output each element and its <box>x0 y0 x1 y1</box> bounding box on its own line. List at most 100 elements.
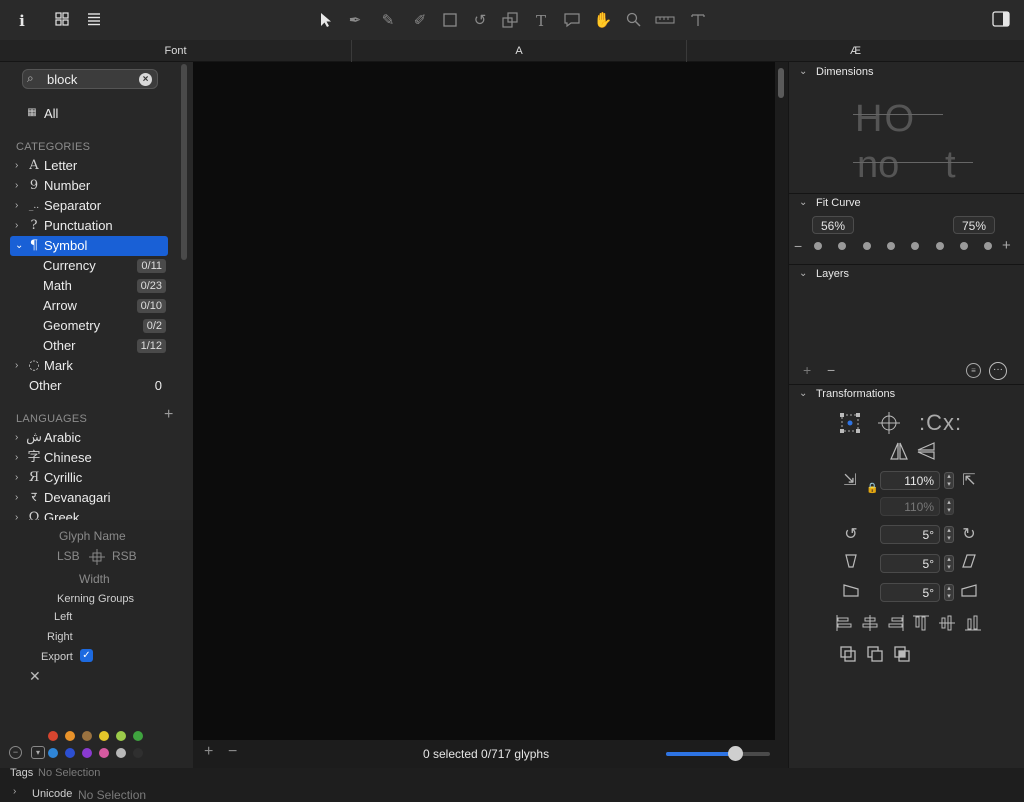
sidebar-item-chinese[interactable]: › 字 Chinese <box>0 448 170 468</box>
zoom-slider[interactable] <box>666 746 770 761</box>
fit-curve-min-field[interactable]: 56% <box>812 216 854 234</box>
grid-view-icon[interactable] <box>52 11 72 31</box>
sidebar-item-mark[interactable]: › ◌ Mark <box>0 356 170 376</box>
layers-header[interactable]: ⌄ Layers <box>789 264 1024 284</box>
search-input[interactable] <box>47 71 135 87</box>
color-swatch[interactable] <box>116 731 126 741</box>
hand-tool-icon[interactable]: ✋ <box>593 11 613 31</box>
scale-down-icon[interactable]: ⇲ <box>839 470 861 492</box>
chevron-down-icon[interactable]: ⌄ <box>799 384 807 404</box>
union-icon[interactable] <box>837 645 859 667</box>
align-left-icon[interactable] <box>833 614 855 636</box>
lock-icon[interactable]: 🔒 <box>866 483 878 494</box>
sidebar-item-other[interactable]: Other 0 <box>0 376 170 396</box>
sidebar-subitem-math[interactable]: Math 0/23 <box>0 276 170 296</box>
chevron-down-icon[interactable]: ⌄ <box>799 264 807 284</box>
glyph-name-label[interactable]: Glyph Name <box>59 529 126 543</box>
remove-glyph-icon[interactable]: − <box>228 743 237 761</box>
fit-curve-dot[interactable] <box>862 242 871 250</box>
sidebar-item-all[interactable]: ▦ All <box>0 104 170 124</box>
tab-glyph-a[interactable]: A <box>352 40 687 62</box>
type-tool-icon[interactable] <box>688 11 708 31</box>
text-tool-icon[interactable]: T <box>531 11 551 31</box>
export-checkbox[interactable]: ✓ <box>80 649 93 662</box>
chevron-right-icon[interactable]: › <box>15 176 18 196</box>
color-swatch[interactable] <box>48 731 58 741</box>
fit-curve-dot[interactable] <box>814 242 822 250</box>
minus-icon[interactable]: − <box>794 238 802 254</box>
chevron-right-icon[interactable]: › <box>15 448 18 468</box>
align-top-icon[interactable] <box>910 614 932 636</box>
fit-curve-dot[interactable] <box>838 242 847 250</box>
skew-field[interactable]: 5° <box>880 583 940 602</box>
color-swatch[interactable] <box>99 748 109 758</box>
add-glyph-icon[interactable]: + <box>204 743 213 761</box>
add-language-icon[interactable]: + <box>164 406 173 424</box>
slant-stepper[interactable]: ▴ ▾ <box>944 555 954 572</box>
skew-right-icon[interactable] <box>958 582 980 604</box>
zoom-slider-knob[interactable] <box>727 746 743 761</box>
search-field[interactable]: ⌕ × <box>22 69 158 89</box>
layer-options-icon[interactable]: ··· <box>989 362 1007 380</box>
slant-right-icon[interactable] <box>958 553 980 575</box>
rotate-field[interactable]: 5° <box>880 525 940 544</box>
dimensions-preview[interactable]: HO no t <box>851 92 973 187</box>
tags-value[interactable]: No Selection <box>38 767 100 779</box>
add-layer-icon[interactable]: + <box>803 362 811 378</box>
dropdown-menu-icon[interactable]: ▾ <box>31 746 45 759</box>
pen-tool-icon[interactable]: ✒ <box>345 11 365 31</box>
edit-canvas[interactable] <box>193 62 775 740</box>
chevron-right-icon[interactable]: › <box>15 216 18 236</box>
sidebar-item-cyrillic[interactable]: › Я Cyrillic <box>0 468 170 488</box>
chevron-down-icon[interactable]: ⌄ <box>15 236 23 256</box>
transform-origin-box-icon[interactable] <box>839 412 861 434</box>
fit-curve-dot[interactable] <box>984 242 993 250</box>
chevron-right-icon[interactable]: › <box>15 488 18 508</box>
sidebar-item-separator[interactable]: › _.. Separator <box>0 196 170 216</box>
select-tool-icon[interactable] <box>316 11 336 31</box>
scroll-thumb[interactable] <box>778 68 784 98</box>
scale-tool-icon[interactable] <box>500 11 520 31</box>
fit-curve-dot[interactable] <box>959 242 968 250</box>
annotation-tool-icon[interactable] <box>562 11 582 31</box>
chevron-right-icon[interactable]: › <box>15 428 18 448</box>
tab-font[interactable]: Font <box>0 40 352 62</box>
plus-icon[interactable]: + <box>1002 237 1011 254</box>
slant-left-icon[interactable] <box>840 553 862 575</box>
sidebar-subitem-currency[interactable]: Currency 0/11 <box>0 256 170 276</box>
slant-field[interactable]: 5° <box>880 554 940 573</box>
sidebar-subitem-other[interactable]: Other 1/12 <box>0 336 170 356</box>
skew-left-icon[interactable] <box>840 582 862 604</box>
scale-field[interactable]: 110% <box>880 471 940 490</box>
unicode-value[interactable]: No Selection <box>78 788 146 802</box>
fit-curve-max-field[interactable]: 75% <box>953 216 995 234</box>
scale-up-icon[interactable]: ⇱ <box>958 470 980 492</box>
chevron-right-icon[interactable]: › <box>15 156 18 176</box>
color-swatch[interactable] <box>99 731 109 741</box>
no-color-icon[interactable]: ✕ <box>29 668 41 685</box>
fit-curve-dot[interactable] <box>911 242 920 250</box>
chevron-right-icon[interactable]: › <box>15 196 18 216</box>
sidebar-scrollbar[interactable] <box>181 64 187 260</box>
dimensions-header[interactable]: ⌄ Dimensions <box>789 62 1024 82</box>
color-swatch[interactable] <box>48 748 58 758</box>
layer-filter-icon[interactable]: ≡ <box>966 363 981 378</box>
color-swatch[interactable] <box>65 748 75 758</box>
tab-glyph-ae[interactable]: Æ <box>687 40 1024 62</box>
rotate-stepper[interactable]: ▴ ▾ <box>944 526 954 543</box>
flip-horizontal-icon[interactable] <box>888 441 910 461</box>
measure-tool-icon[interactable] <box>655 11 675 31</box>
align-middle-icon[interactable] <box>936 614 958 636</box>
color-swatch[interactable] <box>116 748 126 758</box>
sidebar-item-number[interactable]: › 9 Number <box>0 176 170 196</box>
color-swatch[interactable] <box>65 731 75 741</box>
color-swatch[interactable] <box>82 731 92 741</box>
fit-curve-dot[interactable] <box>935 242 944 250</box>
rotate-ccw-icon[interactable]: ↺ <box>840 524 862 546</box>
info-icon[interactable]: i <box>12 11 32 31</box>
scale-y-field[interactable]: 110% <box>880 497 940 516</box>
component-transform-icon[interactable]: :Cx: <box>919 410 975 436</box>
transformations-header[interactable]: ⌄ Transformations <box>789 384 1024 404</box>
chevron-right-icon[interactable]: › <box>13 786 16 797</box>
brush-tool-icon[interactable]: ✐ <box>410 11 430 31</box>
